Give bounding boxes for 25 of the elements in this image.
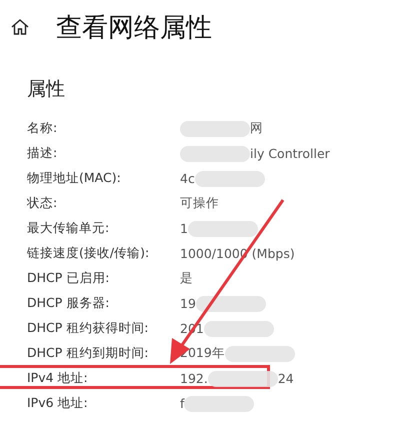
- property-label: DHCP 租约到期时间:: [27, 345, 150, 362]
- property-value: 是: [180, 270, 193, 287]
- property-value: ily Controller: [250, 146, 330, 161]
- property-value: 网: [250, 120, 263, 137]
- property-value: 4c: [180, 171, 195, 186]
- property-value: 1: [180, 221, 188, 236]
- page-title: 查看网络属性: [56, 12, 212, 44]
- property-label: 最大传输单元:: [27, 220, 110, 237]
- property-label: IPv4 地址:: [27, 370, 89, 387]
- property-label: 描述:: [27, 145, 58, 162]
- property-label: 名称:: [27, 120, 58, 137]
- property-value: 192.: [180, 371, 208, 386]
- property-label: DHCP 已启用:: [27, 270, 110, 287]
- property-label: DHCP 服务器:: [27, 295, 110, 312]
- property-label: 链接速度(接收/传输):: [27, 245, 150, 262]
- property-label: 物理地址(MAC):: [27, 170, 122, 187]
- property-label: DHCP 租约获得时间:: [27, 320, 150, 337]
- property-value: 19: [180, 296, 196, 311]
- property-value: f: [180, 396, 184, 411]
- section-title: 属性: [27, 77, 66, 102]
- home-icon[interactable]: [10, 17, 30, 37]
- property-label: IPv6 地址:: [27, 395, 89, 412]
- property-value: 可操作: [180, 195, 219, 212]
- property-label: 状态:: [27, 195, 58, 212]
- property-value: 24: [278, 371, 294, 386]
